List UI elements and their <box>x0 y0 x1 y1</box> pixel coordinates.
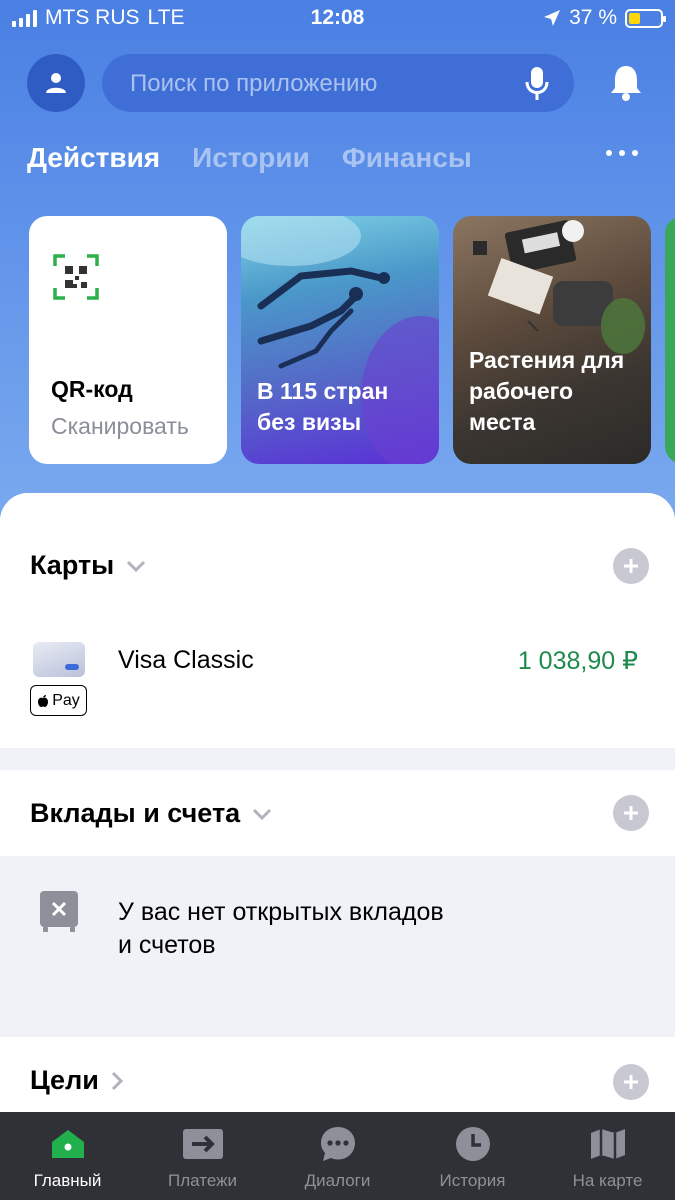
tab-actions[interactable]: Действия <box>27 142 160 174</box>
nav-home-label: Главный <box>33 1171 102 1190</box>
apple-pay-badge: Pay <box>30 685 87 716</box>
qr-subtitle: Сканировать <box>51 413 189 439</box>
goals-section-header[interactable]: Цели <box>30 1065 123 1096</box>
qr-title: QR-код <box>51 376 133 402</box>
no-deposits-text: У вас нет открытых вкладов и счетов <box>118 898 444 959</box>
payments-icon <box>182 1129 223 1159</box>
map-icon <box>590 1129 625 1159</box>
goals-section-title: Цели <box>30 1065 99 1095</box>
home-icon <box>51 1130 84 1158</box>
status-right: 37 % <box>543 6 666 30</box>
cards-section-title: Карты <box>30 550 115 580</box>
battery-fill <box>629 12 641 24</box>
plus-icon <box>624 806 638 820</box>
add-deposit-button[interactable] <box>613 795 649 831</box>
cards-block <box>0 493 675 748</box>
clock-icon <box>455 1127 490 1161</box>
tabs: Действия Истории Финансы <box>27 142 472 174</box>
plus-icon <box>624 559 638 573</box>
tab-finance[interactable]: Финансы <box>342 142 472 174</box>
bottom-nav: Главный Платежи Диалоги История На карте <box>0 1112 675 1200</box>
nav-history-label: История <box>439 1171 506 1190</box>
visa-story-text: В 115 стран без визы <box>257 378 389 435</box>
chat-icon <box>320 1127 355 1161</box>
qr-scan-icon <box>53 254 99 300</box>
nav-payments[interactable]: Платежи <box>135 1112 270 1200</box>
qr-card[interactable]: QR-код Сканировать <box>29 216 227 464</box>
deposits-section-header[interactable]: Вклады и счета <box>30 798 272 829</box>
card-balance: 1 038,90 ₽ <box>517 647 638 675</box>
status-bar: MTS RUS LTE 12:08 37 % <box>0 0 675 38</box>
microphone-icon[interactable] <box>524 66 550 102</box>
profile-avatar-button[interactable] <box>27 54 85 112</box>
nav-home[interactable]: Главный <box>0 1112 135 1200</box>
visa-free-story-card[interactable]: В 115 стран без визы <box>241 216 439 464</box>
apple-icon <box>38 694 49 707</box>
user-icon <box>46 73 66 93</box>
add-goal-button[interactable] <box>613 1064 649 1100</box>
more-icon[interactable] <box>606 150 638 156</box>
no-deposits-icon <box>40 891 78 932</box>
nav-dialogs[interactable]: Диалоги <box>270 1112 405 1200</box>
nav-history[interactable]: История <box>405 1112 540 1200</box>
add-card-button[interactable] <box>613 548 649 584</box>
nav-dialogs-label: Диалоги <box>304 1171 371 1190</box>
card-thumbnail[interactable] <box>33 642 85 677</box>
nav-payments-label: Платежи <box>168 1171 237 1190</box>
chevron-right-icon <box>111 1071 123 1090</box>
plants-story-card[interactable]: Растения для рабочего места <box>453 216 651 464</box>
cards-section-header[interactable]: Карты <box>30 550 146 581</box>
plants-story-text: Растения для рабочего места <box>469 347 625 435</box>
card-name[interactable]: Visa Classic <box>118 646 254 675</box>
apple-pay-label: Pay <box>52 691 80 709</box>
nav-map[interactable]: На карте <box>540 1112 675 1200</box>
battery-percent: 37 % <box>569 6 617 29</box>
tab-stories[interactable]: Истории <box>192 142 310 174</box>
products-sheet: Карты Pay Visa Classic 1 038,90 ₽ Вклады… <box>0 493 675 1113</box>
location-arrow-icon <box>544 10 561 26</box>
deposits-section-title: Вклады и счета <box>30 798 241 828</box>
plus-icon <box>624 1075 638 1089</box>
chevron-down-icon <box>127 560 146 572</box>
battery-icon <box>625 8 666 28</box>
next-story-card[interactable] <box>665 216 675 464</box>
search-placeholder: Поиск по приложению <box>130 70 378 97</box>
nav-map-label: На карте <box>572 1171 643 1190</box>
bell-icon[interactable] <box>606 62 646 102</box>
search-input[interactable]: Поиск по приложению <box>102 54 574 112</box>
chevron-down-icon <box>253 808 272 820</box>
